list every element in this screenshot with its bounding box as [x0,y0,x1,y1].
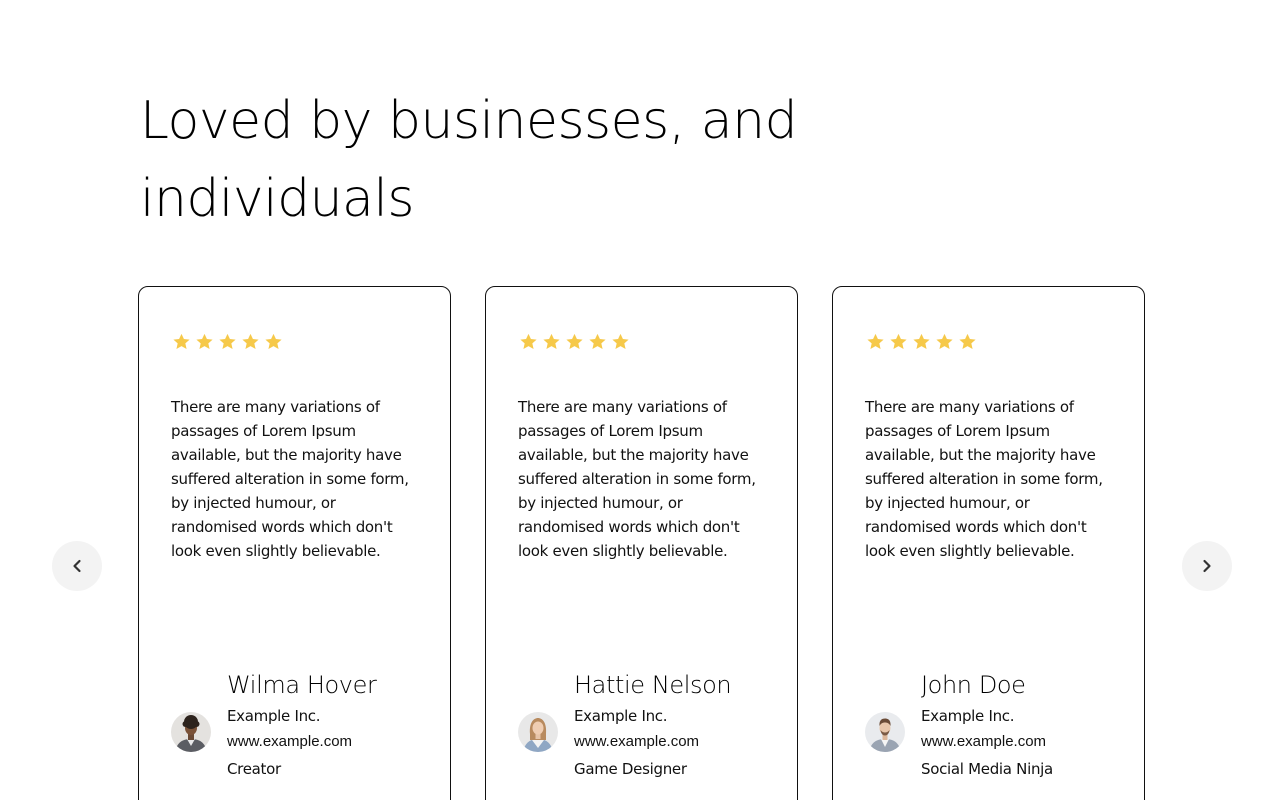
star-icon [936,333,953,349]
person-name: Wilma Hover [227,671,377,699]
star-icon [196,333,213,349]
star-icon [566,333,583,349]
star-rating [171,332,284,352]
person-company: Example Inc. [227,707,321,725]
testimonial-card: There are many variations of passages of… [485,286,798,800]
section-heading: Loved by businesses, and individuals [140,91,798,229]
chevron-right-icon [1200,559,1214,573]
carousel-prev-button[interactable] [52,541,102,591]
star-icon [913,333,930,349]
person-website: www.example.com [921,733,1047,750]
testimonials-section: Loved by businesses, and individuals The… [0,0,1284,800]
testimonial-quote: There are many variations of passages of… [865,398,1103,560]
star-icon [242,333,259,349]
person-info: Wilma Hover Example Inc. www.example.com… [227,669,447,783]
star-icon [959,333,976,349]
star-rating [865,332,978,352]
chevron-left-icon [70,559,84,573]
person-role: Creator [227,760,281,778]
star-icon [173,333,190,349]
avatar [865,712,905,752]
person-info: John Doe Example Inc. www.example.com So… [921,669,1141,783]
person-company: Example Inc. [574,707,668,725]
person-website: www.example.com [574,733,700,750]
person-company: Example Inc. [921,707,1015,725]
person-name: John Doe [921,671,1026,699]
avatar [171,712,211,752]
star-icon [890,333,907,349]
star-icon [867,333,884,349]
person-role: Game Designer [574,760,687,778]
star-icon [543,333,560,349]
testimonial-card: There are many variations of passages of… [832,286,1145,800]
star-icon [589,333,606,349]
person-name: Hattie Nelson [574,671,732,699]
star-icon [520,333,537,349]
testimonial-quote: There are many variations of passages of… [171,398,409,560]
person-website: www.example.com [227,733,353,750]
testimonial-quote: There are many variations of passages of… [518,398,756,560]
testimonial-card: There are many variations of passages of… [138,286,451,800]
star-icon [265,333,282,349]
star-icon [219,333,236,349]
star-icon [612,333,629,349]
person-info: Hattie Nelson Example Inc. www.example.c… [574,669,794,783]
person-role: Social Media Ninja [921,760,1053,778]
carousel-next-button[interactable] [1182,541,1232,591]
star-rating [518,332,631,352]
avatar [518,712,558,752]
